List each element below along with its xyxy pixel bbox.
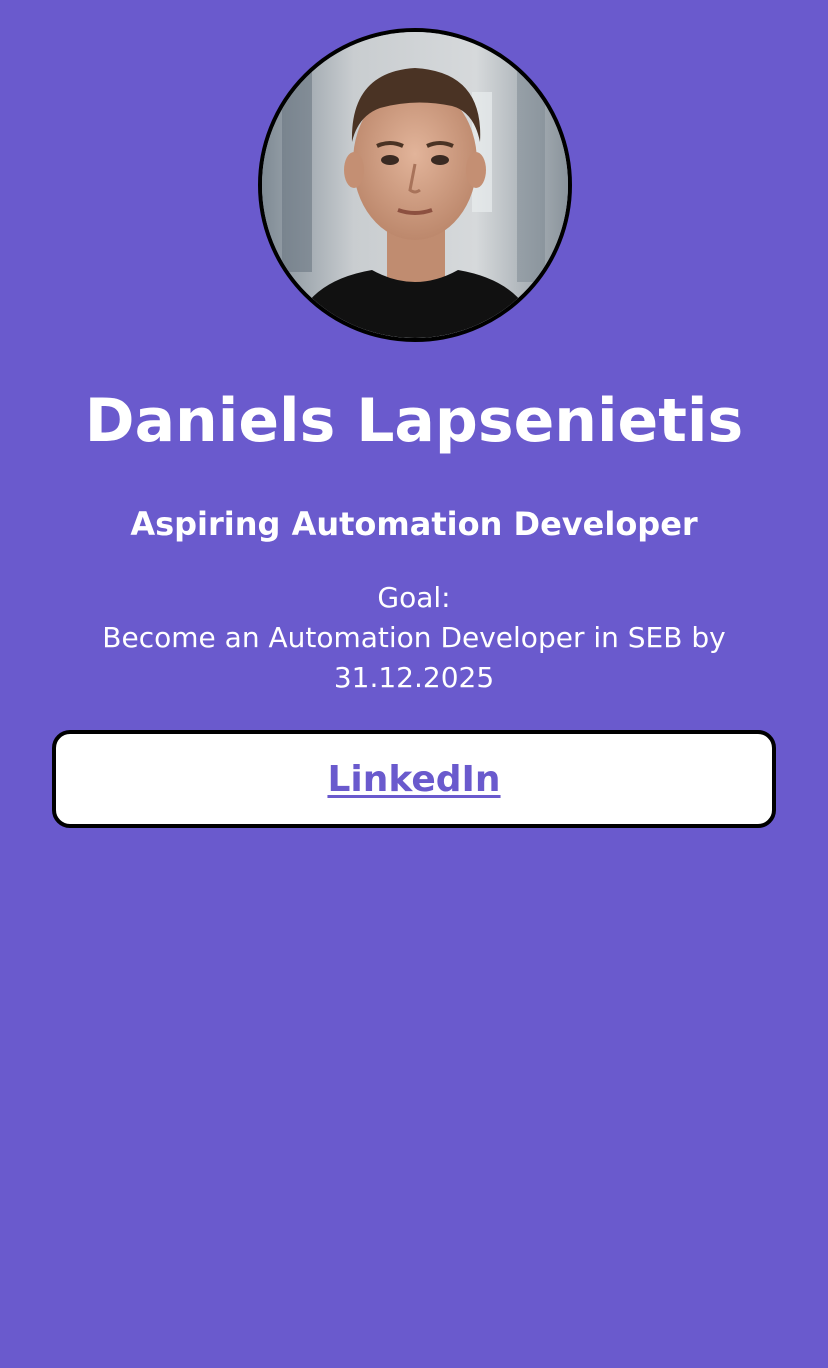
goal-section: Goal: Become an Automation Developer in … (80, 578, 748, 698)
profile-page: Daniels Lapsenietis Aspiring Automation … (0, 0, 828, 1368)
goal-text-line1: Become an Automation Developer in SEB by (102, 621, 726, 654)
avatar-photo (262, 32, 568, 338)
profile-avatar (258, 28, 572, 342)
linkedin-button[interactable]: LinkedIn (52, 730, 776, 828)
goal-text-line2: 31.12.2025 (333, 661, 495, 694)
profile-headline: Aspiring Automation Developer (130, 505, 698, 543)
linkedin-link[interactable]: LinkedIn (327, 759, 500, 800)
goal-label: Goal: (377, 581, 451, 614)
profile-name: Daniels Lapsenietis (84, 386, 744, 456)
